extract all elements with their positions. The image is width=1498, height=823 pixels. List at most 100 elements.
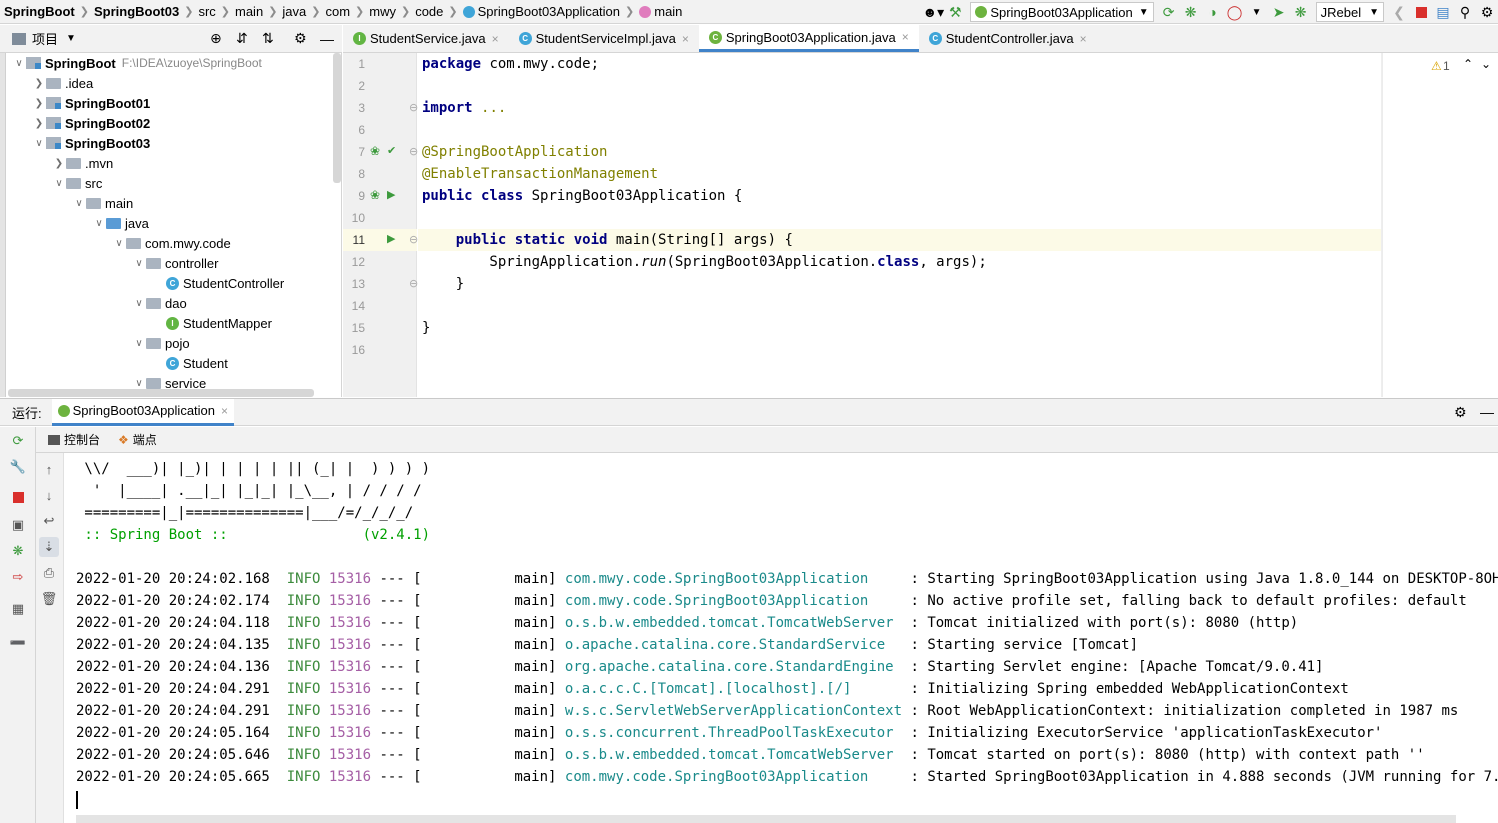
subtab-endpoints[interactable]: ❖ 端点 (118, 431, 157, 448)
run-gutter-icon[interactable]: ▶ (387, 232, 395, 245)
chevron-right-icon[interactable]: ❯ (32, 98, 46, 109)
fold-marker-icon[interactable]: ⊖ (409, 101, 418, 114)
editor-tab[interactable]: C StudentController.java × (919, 25, 1097, 52)
chevron-up-icon[interactable]: ⌃ (1463, 57, 1473, 71)
more-dropdown-icon[interactable]: ▼ (1246, 1, 1268, 23)
chevron-right-icon[interactable]: ❯ (32, 118, 46, 129)
tree-node[interactable]: I StudentMapper (152, 313, 272, 333)
fold-marker-icon[interactable]: ⊖ (409, 233, 418, 246)
collapse-all-icon[interactable]: ⇅ (262, 30, 274, 47)
tree-node[interactable]: ∨ java (92, 213, 149, 233)
scroll-to-end-icon[interactable]: ⇣ (39, 537, 59, 557)
chevron-down-icon[interactable]: ∨ (112, 238, 126, 249)
coverage-icon[interactable]: ◑ (1202, 1, 1224, 23)
search-icon[interactable]: ⚲ (1454, 1, 1476, 23)
tree-node[interactable]: ∨ dao (132, 293, 186, 313)
chevron-right-icon[interactable]: ❯ (52, 158, 66, 169)
breadcrumb-item[interactable]: src (198, 4, 215, 19)
rerun-icon[interactable]: ⟳ (8, 431, 28, 451)
breadcrumb-item[interactable]: java (282, 4, 306, 19)
bean-icon[interactable]: ❀ (370, 144, 380, 158)
tree-node[interactable]: ∨ com.mwy.code (112, 233, 230, 253)
tree-node[interactable]: C StudentController (152, 273, 284, 293)
print-icon[interactable]: ⎙ (39, 563, 59, 583)
tree-node[interactable]: ∨ controller (132, 253, 218, 273)
editor-tab[interactable]: I StudentService.java × (343, 25, 509, 52)
tree-node[interactable]: ∨ SpringBoot03 (32, 133, 150, 153)
breadcrumb-item[interactable]: SpringBoot03Application (462, 4, 620, 19)
gear-icon[interactable]: ⚙ (294, 30, 307, 47)
build-hammer-icon[interactable]: ⚒ (944, 1, 966, 23)
project-tree[interactable]: ∨ SpringBoot F:\IDEA\zuoye\SpringBoot ❯ .ide… (6, 53, 342, 397)
tree-node[interactable]: ∨ pojo (132, 333, 189, 353)
trash-icon[interactable]: 🗑 (39, 589, 59, 609)
breadcrumb-item[interactable]: main (235, 4, 263, 19)
breadcrumb-item[interactable]: SpringBoot (4, 4, 75, 19)
chevron-down-icon[interactable]: ⌄ (1481, 57, 1491, 71)
run-tab[interactable]: SpringBoot03Application × (51, 398, 235, 426)
pin-icon[interactable]: ➖ (8, 633, 28, 653)
tree-node[interactable]: C Student (152, 353, 228, 373)
project-panel-title[interactable]: 项目 (32, 29, 58, 48)
gear-icon[interactable]: ⚙ (1454, 404, 1467, 421)
breadcrumb-item[interactable]: mwy (369, 4, 396, 19)
debug-icon[interactable]: ❋ (8, 541, 28, 561)
chevron-right-icon[interactable]: ❯ (32, 78, 46, 89)
camera-icon[interactable]: ▣ (8, 515, 28, 535)
jrebel-debug-icon[interactable]: ❋ (1290, 1, 1312, 23)
chevron-down-icon[interactable]: ∨ (132, 378, 146, 389)
stop-icon[interactable] (1410, 1, 1432, 23)
settings-icon[interactable]: ⚙ (1476, 1, 1498, 23)
text-caret[interactable] (76, 791, 78, 809)
chevron-down-icon[interactable]: ∨ (72, 198, 86, 209)
translate-icon[interactable]: ▤ (1432, 1, 1454, 23)
expand-all-icon[interactable]: ⇵ (236, 30, 248, 47)
chevron-down-icon[interactable]: ∨ (132, 298, 146, 309)
chevron-down-icon[interactable]: ▼ (66, 33, 76, 44)
subtab-console[interactable]: 控制台 (48, 431, 100, 448)
tree-node[interactable]: ❯ SpringBoot02 (32, 113, 150, 133)
minimize-icon[interactable]: — (1480, 404, 1494, 420)
editor-tab[interactable]: C StudentServiceImpl.java × (509, 25, 699, 52)
chevron-down-icon[interactable]: ∨ (132, 338, 146, 349)
chevron-down-icon[interactable]: ∨ (32, 138, 46, 149)
console-horizontal-scrollbar[interactable] (76, 815, 1456, 823)
editor-tab[interactable]: C SpringBoot03Application.java × (698, 25, 919, 52)
layout-icon[interactable]: ▦ (8, 599, 28, 619)
close-icon[interactable]: × (492, 32, 499, 46)
fold-marker-icon[interactable]: ⊖ (409, 145, 418, 158)
user-icon[interactable]: ☻▾ (922, 1, 944, 23)
minimize-icon[interactable]: — (320, 31, 334, 47)
chevron-down-icon[interactable]: ∨ (52, 178, 66, 189)
back-icon[interactable]: ❮ (1388, 1, 1410, 23)
debug-icon[interactable]: ❋ (1180, 1, 1202, 23)
tree-scrollbar[interactable] (333, 53, 341, 183)
spring-boot-icon[interactable]: ✔ (387, 144, 396, 157)
soft-wrap-icon[interactable]: ↩ (39, 511, 59, 531)
arrow-down-icon[interactable]: ↓ (39, 485, 59, 505)
close-icon[interactable]: × (682, 32, 689, 46)
arrow-up-icon[interactable]: ↑ (39, 459, 59, 479)
breadcrumb-item[interactable]: code (415, 4, 443, 19)
run-configuration-select[interactable]: SpringBoot03Application ▼ (970, 2, 1154, 22)
breadcrumb-item[interactable]: com (325, 4, 350, 19)
breadcrumb-item[interactable]: SpringBoot03 (94, 4, 179, 19)
close-icon[interactable]: × (902, 30, 909, 44)
exit-icon[interactable]: ⇨ (8, 567, 28, 587)
profile-icon[interactable]: ◯ (1224, 1, 1246, 23)
chevron-down-icon[interactable]: ∨ (92, 218, 106, 229)
jrebel-select[interactable]: JRebel ▼ (1315, 2, 1384, 22)
tree-node[interactable]: ❯ .mvn (52, 153, 113, 173)
tree-node[interactable]: ∨ main (72, 193, 133, 213)
chevron-down-icon[interactable]: ∨ (12, 58, 26, 69)
jrebel-run-icon[interactable]: ➤ (1268, 1, 1290, 23)
console-output[interactable]: \\/ ___)| |_)| | | | | || (_| | ) ) ) ) … (64, 453, 1498, 823)
wrench-icon[interactable]: 🔧 (8, 457, 28, 477)
rerun-icon[interactable]: ⟳ (1158, 1, 1180, 23)
tree-node[interactable]: ∨ SpringBoot F:\IDEA\zuoye\SpringBoot (12, 53, 262, 73)
tree-node[interactable]: ❯ .idea (32, 73, 93, 93)
close-icon[interactable]: × (1080, 32, 1087, 46)
code-editor[interactable]: package com.mwy.code; import ... @SpringBo… (418, 53, 1382, 397)
run-gutter-icon[interactable]: ▶ (387, 188, 395, 201)
close-icon[interactable]: × (221, 404, 228, 418)
